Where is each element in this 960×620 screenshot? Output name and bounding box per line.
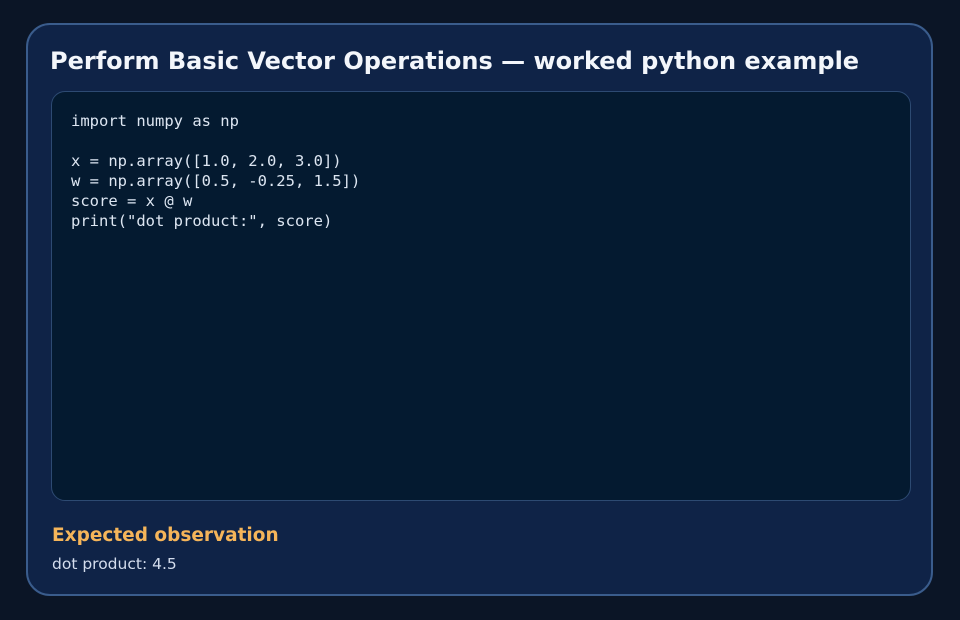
code-block: import numpy as np x = np.array([1.0, 2.… [71,112,361,230]
card-title: Perform Basic Vector Operations — worked… [50,47,860,75]
observation-heading: Expected observation [52,525,279,546]
code-panel: import numpy as np x = np.array([1.0, 2.… [51,91,911,501]
example-card: Perform Basic Vector Operations — worked… [26,23,933,596]
observation-text: dot product: 4.5 [52,555,177,573]
